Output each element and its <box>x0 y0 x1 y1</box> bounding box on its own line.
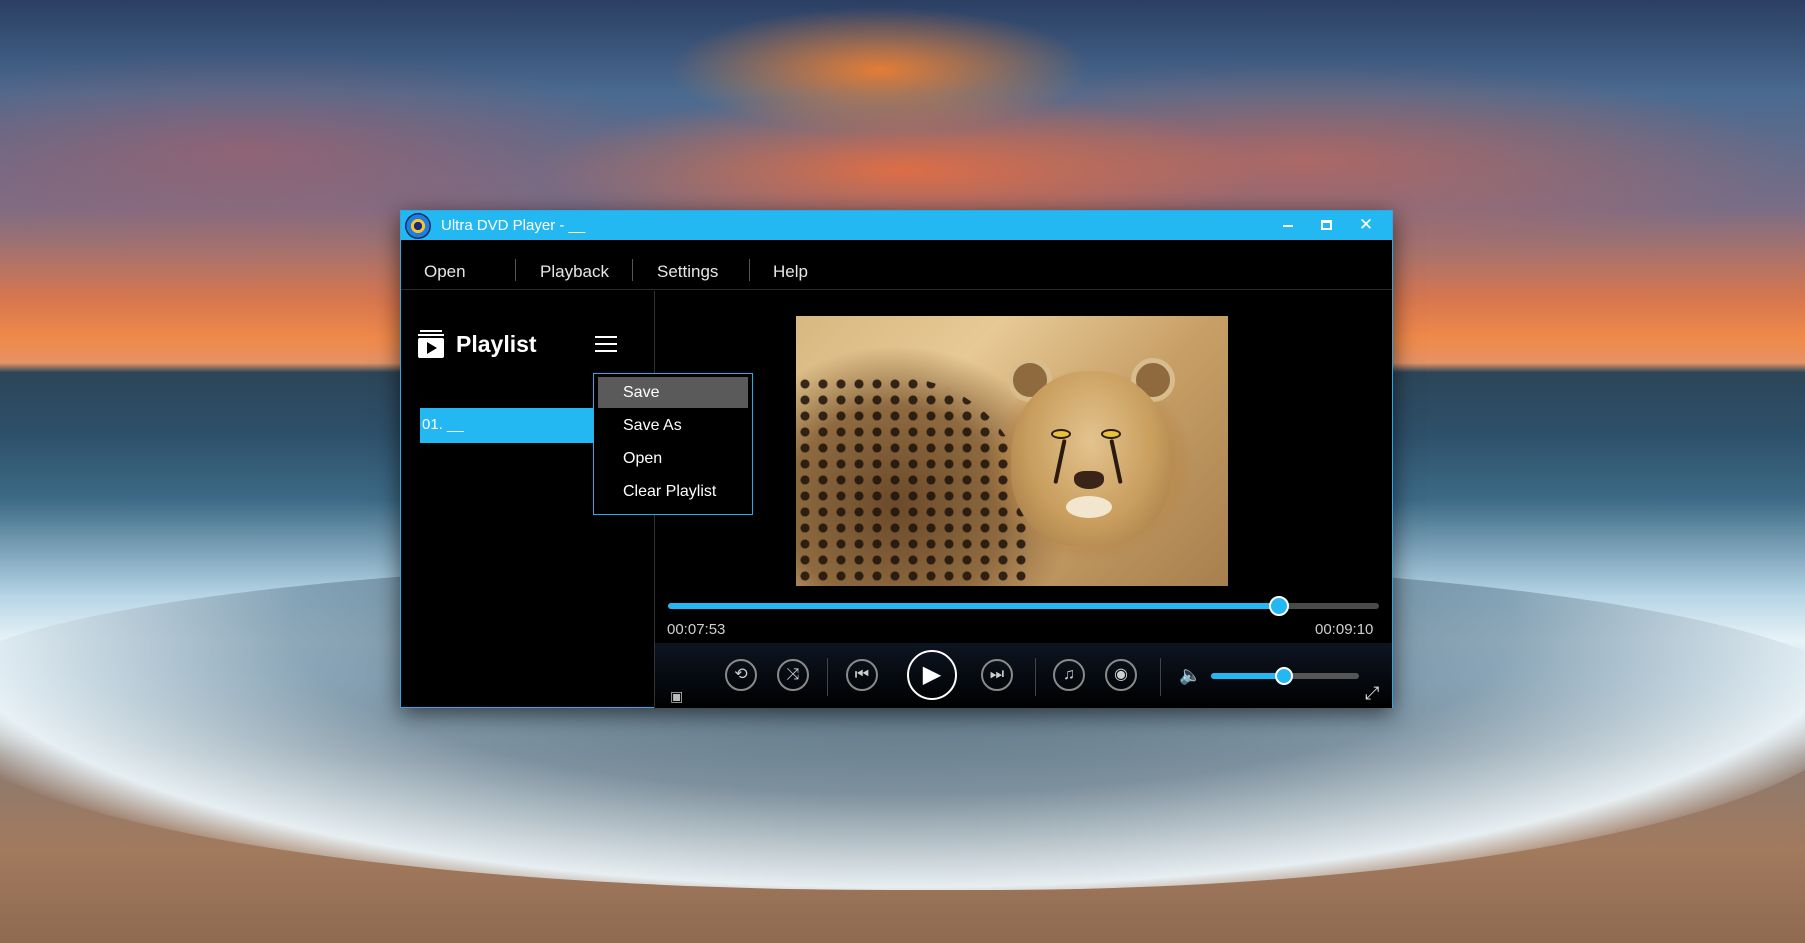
fullscreen-icon[interactable]: ⤢ <box>1365 683 1387 705</box>
title-bar[interactable]: Ultra DVD Player - __ ✕ <box>401 211 1392 240</box>
menu-settings[interactable]: Settings <box>657 262 718 282</box>
menu-item-save[interactable]: Save <box>598 377 748 408</box>
player-window: Ultra DVD Player - __ ✕ Open Playback Se… <box>400 210 1393 709</box>
minimize-button[interactable] <box>1269 211 1307 240</box>
control-separator <box>1160 658 1161 696</box>
window-title: Ultra DVD Player - __ <box>441 217 586 234</box>
hamburger-menu-icon[interactable] <box>595 335 617 353</box>
menu-item-open[interactable]: Open <box>598 443 748 474</box>
close-icon: ✕ <box>1358 215 1374 234</box>
repeat-icon: ⟲ <box>734 666 748 683</box>
volume-slider[interactable] <box>1211 667 1359 685</box>
maximize-icon <box>1321 220 1332 230</box>
stop-icon: ◉ <box>1114 666 1128 683</box>
next-icon: ⏭ <box>989 666 1005 683</box>
seek-bar-fill <box>668 603 1280 609</box>
stop-button[interactable]: ◉ <box>1105 659 1137 691</box>
menu-item-clear-playlist[interactable]: Clear Playlist <box>598 476 748 507</box>
playlist-title: Playlist <box>456 331 537 357</box>
app-logo-icon <box>405 213 431 239</box>
menu-playback[interactable]: Playback <box>540 262 609 282</box>
volume-fill <box>1211 673 1284 679</box>
menu-separator <box>749 259 750 281</box>
playlist-music-icon: ♫ <box>1063 666 1075 683</box>
seek-bar[interactable] <box>668 596 1379 616</box>
shuffle-button[interactable]: ⤨ <box>777 659 809 691</box>
play-button[interactable]: ▶ <box>907 650 957 700</box>
close-button[interactable]: ✕ <box>1347 211 1385 240</box>
video-frame[interactable] <box>796 316 1228 586</box>
previous-button[interactable]: ⏮ <box>846 659 878 691</box>
cheetah-eye <box>1101 429 1121 439</box>
cheetah-head <box>1011 371 1171 546</box>
menu-separator <box>515 259 516 281</box>
cheetah-eye <box>1051 429 1071 439</box>
playlist-item[interactable]: 01. __ <box>420 408 596 443</box>
control-separator <box>1035 658 1036 696</box>
menu-help[interactable]: Help <box>773 262 808 282</box>
mini-playlist-icon[interactable]: ▣ <box>670 688 690 708</box>
repeat-button[interactable]: ⟲ <box>725 659 757 691</box>
control-separator <box>827 658 828 696</box>
playlist-icon <box>418 330 444 358</box>
minimize-icon <box>1283 225 1293 227</box>
menu-separator <box>632 259 633 281</box>
current-time: 00:07:53 <box>667 621 726 638</box>
cheetah-nose <box>1074 471 1104 489</box>
menu-item-save-as[interactable]: Save As <box>598 410 748 441</box>
menu-bar: Open Playback Settings Help <box>401 240 1392 290</box>
previous-icon: ⏮ <box>854 666 870 683</box>
playlist-context-menu: Save Save As Open Clear Playlist <box>593 373 753 515</box>
volume-icon[interactable]: 🔈 <box>1179 665 1201 686</box>
playlist-music-button[interactable]: ♫ <box>1053 659 1085 691</box>
cheetah-mouth <box>1066 496 1112 518</box>
play-icon: ▶ <box>922 661 942 688</box>
total-time: 00:09:10 <box>1315 621 1374 638</box>
cheetah-body <box>796 376 1026 586</box>
seek-handle[interactable] <box>1269 596 1290 616</box>
menu-open[interactable]: Open <box>424 262 466 282</box>
maximize-button[interactable] <box>1307 211 1345 240</box>
control-bar: ▣ ⟲ ⤨ ⏮ ▶ ⏭ ♫ ◉ 🔈 ⤢ <box>655 643 1392 708</box>
next-button[interactable]: ⏭ <box>981 659 1013 691</box>
volume-handle[interactable] <box>1274 667 1293 685</box>
shuffle-icon: ⤨ <box>786 666 800 683</box>
